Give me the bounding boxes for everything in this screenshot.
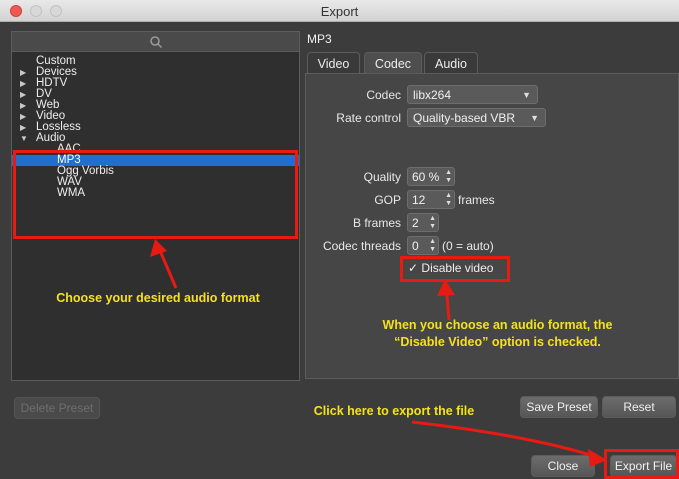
annotation-disable-video-line2: “Disable Video” option is checked. bbox=[394, 335, 601, 349]
annotation-disable-video-line1: When you choose an audio format, the bbox=[382, 318, 613, 332]
annotation-export: Click here to export the file bbox=[313, 404, 475, 418]
annotation-choose-format: Choose your desired audio format bbox=[56, 291, 260, 305]
